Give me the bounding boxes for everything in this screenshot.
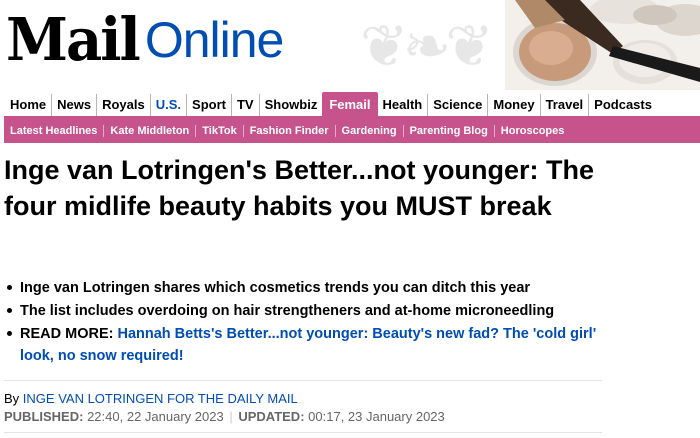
byline-prefix: By: [4, 391, 20, 406]
byline-author-link[interactable]: INGE VAN LOTRINGEN FOR THE DAILY MAIL: [23, 391, 298, 406]
dates-divider: [4, 432, 602, 433]
nav-item-travel[interactable]: Travel: [539, 94, 589, 116]
subnav-item-latest-headlines[interactable]: Latest Headlines: [4, 125, 103, 137]
nav-item-health[interactable]: Health: [378, 94, 428, 116]
subnav-item-fashion-finder[interactable]: Fashion Finder: [242, 125, 335, 137]
published-label: PUBLISHED:: [4, 409, 84, 424]
masthead: Mail Online ❦❧❦: [0, 0, 700, 90]
summary-bullet: The list includes overdoing on hair stre…: [4, 300, 604, 322]
makeup-banner-image: [505, 0, 700, 90]
summary-bullet: Inge van Lotringen shares which cosmetic…: [4, 277, 604, 299]
byline-divider: [4, 380, 602, 381]
subnav-item-parenting-blog[interactable]: Parenting Blog: [402, 125, 494, 137]
nav-item-us[interactable]: U.S.: [149, 94, 186, 116]
nav-item-home[interactable]: Home: [4, 94, 51, 116]
nav-item-science[interactable]: Science: [427, 94, 487, 116]
article-summary-list: Inge van Lotringen shares which cosmetic…: [4, 277, 604, 368]
read-more-label: READ MORE:: [20, 326, 114, 342]
article-dates: PUBLISHED: 22:40, 22 January 2023 | UPDA…: [4, 409, 445, 424]
femail-subnav: Latest Headlines Kate Middleton TikTok F…: [4, 119, 700, 143]
article-headline: Inge van Lotringen's Better...not younge…: [4, 155, 594, 221]
logo-online-wordmark: Online: [144, 12, 285, 68]
subnav-item-tiktok[interactable]: TikTok: [195, 125, 242, 137]
updated-label: UPDATED:: [238, 409, 305, 424]
nav-item-royals[interactable]: Royals: [96, 94, 150, 116]
mailonline-logo[interactable]: Mail Online: [6, 5, 285, 75]
nav-item-showbiz[interactable]: Showbiz: [258, 94, 323, 116]
date-separator: |: [229, 409, 233, 424]
nav-item-money[interactable]: Money: [487, 94, 539, 116]
subnav-item-gardening[interactable]: Gardening: [334, 125, 403, 137]
nav-item-podcasts[interactable]: Podcasts: [588, 94, 657, 116]
published-date: 22:40, 22 January 2023: [87, 409, 224, 424]
updated-date: 00:17, 23 January 2023: [308, 409, 445, 424]
decorative-swirl: ❦❧❦: [360, 12, 494, 80]
logo-mail-wordmark: Mail: [6, 5, 141, 75]
nav-item-sport[interactable]: Sport: [186, 94, 231, 116]
byline: By INGE VAN LOTRINGEN FOR THE DAILY MAIL: [4, 391, 298, 406]
primary-nav: Home News Royals U.S. Sport TV Showbiz F…: [4, 92, 700, 119]
read-more-bullet: READ MORE: Hannah Betts's Better...not y…: [4, 323, 604, 367]
subnav-item-horoscopes[interactable]: Horoscopes: [493, 125, 571, 137]
nav-item-femail[interactable]: Femail: [322, 92, 378, 116]
nav-item-news[interactable]: News: [51, 94, 96, 116]
subnav-item-kate-middleton[interactable]: Kate Middleton: [103, 125, 195, 137]
nav-item-tv[interactable]: TV: [230, 94, 259, 116]
